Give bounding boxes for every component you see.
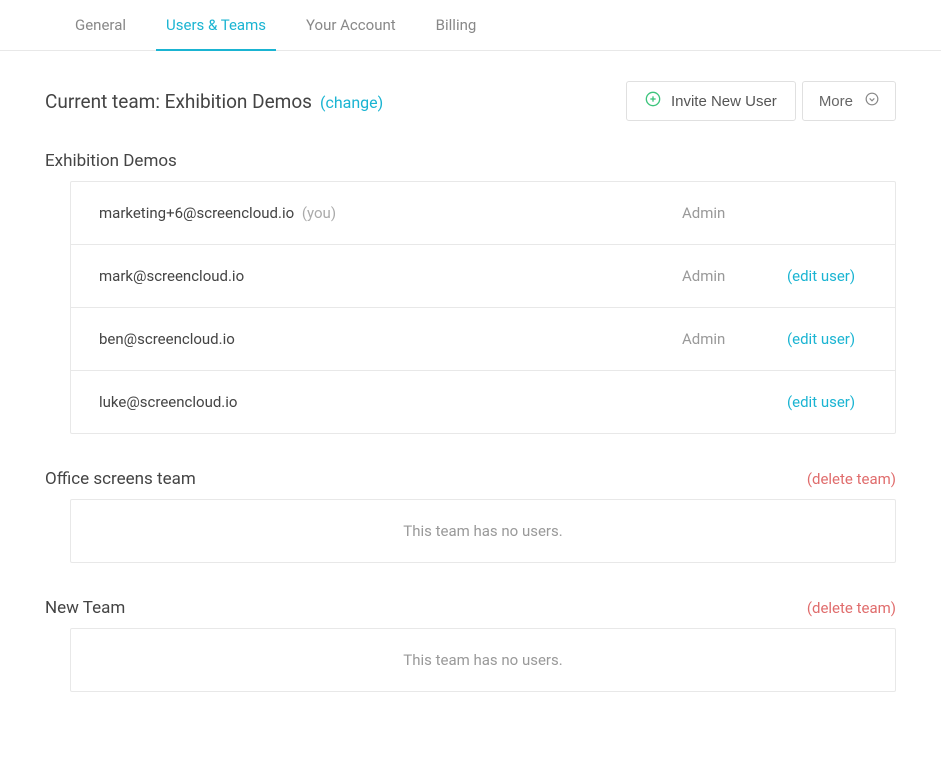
team-header: Office screens team (delete team) [45,469,896,489]
team-name-label: New Team [45,598,125,618]
user-email-text: mark@screencloud.io [99,267,244,285]
change-team-link[interactable]: (change) [320,93,383,112]
current-team-name: Exhibition Demos [165,90,312,113]
user-email-text: ben@screencloud.io [99,330,235,348]
user-email: mark@screencloud.io [99,267,682,285]
delete-team-link[interactable]: (delete team) [807,470,896,488]
empty-team-message: This team has no users. [70,628,896,692]
user-row-right: Admin (edit user) [682,267,867,285]
user-role: Admin [682,267,732,285]
team-section: New Team (delete team) This team has no us… [45,598,896,692]
current-team-text: Current team: Exhibition Demos [45,90,312,113]
delete-team-link[interactable]: (delete team) [807,599,896,617]
content-area: Current team: Exhibition Demos (change) … [0,51,941,767]
edit-user-link[interactable]: (edit user) [787,330,867,348]
more-button[interactable]: More [802,81,896,121]
team-section: Office screens team (delete team) This tea… [45,469,896,563]
tab-your-account[interactable]: Your Account [296,0,406,51]
edit-user-link[interactable]: (edit user) [787,267,867,285]
plus-circle-icon [645,91,661,111]
user-row-right: (edit user) [682,393,867,411]
user-list: marketing+6@screencloud.io (you)Adminmar… [70,181,896,434]
team-name-label: Exhibition Demos [45,151,177,171]
page-header: Current team: Exhibition Demos (change) … [45,81,896,121]
current-team-label: Current team: Exhibition Demos (change) [45,90,383,113]
invite-button-label: Invite New User [671,93,777,110]
empty-team-message: This team has no users. [70,499,896,563]
tab-bar: General Users & Teams Your Account Billi… [0,0,941,51]
you-label: (you) [298,204,336,222]
user-row: marketing+6@screencloud.io (you)Admin [71,182,895,245]
tab-general[interactable]: General [65,0,136,51]
user-email: ben@screencloud.io [99,330,682,348]
user-role: Admin [682,204,732,222]
user-email: luke@screencloud.io [99,393,682,411]
user-email: marketing+6@screencloud.io (you) [99,204,682,222]
edit-user-link[interactable]: (edit user) [787,393,867,411]
tab-billing[interactable]: Billing [426,0,487,51]
user-role: Admin [682,330,732,348]
team-section: Exhibition Demos marketing+6@screencloud.… [45,151,896,434]
user-row: mark@screencloud.io Admin (edit user) [71,245,895,308]
user-row: ben@screencloud.io Admin (edit user) [71,308,895,371]
user-row-right: Admin [682,204,867,222]
invite-new-user-button[interactable]: Invite New User [626,81,796,121]
user-row: luke@screencloud.io (edit user) [71,371,895,433]
current-team-prefix: Current team: [45,90,165,113]
chevron-down-circle-icon [865,92,879,110]
user-email-text: luke@screencloud.io [99,393,237,411]
team-header: New Team (delete team) [45,598,896,618]
team-header: Exhibition Demos [45,151,896,171]
more-button-label: More [819,93,853,110]
header-actions: Invite New User More [626,81,896,121]
tab-users-teams[interactable]: Users & Teams [156,0,276,51]
team-name-label: Office screens team [45,469,196,489]
user-email-text: marketing+6@screencloud.io [99,204,294,222]
user-row-right: Admin (edit user) [682,330,867,348]
